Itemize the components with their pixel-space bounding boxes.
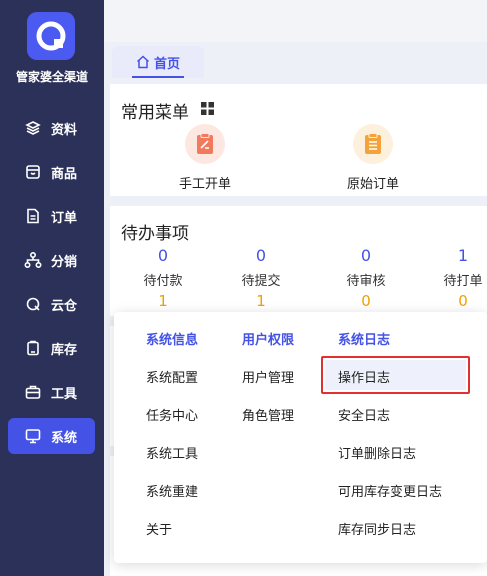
layers-icon [23, 118, 43, 138]
todo-label: 待付款 [143, 274, 183, 289]
menu-item-stock-sync-log[interactable]: 库存同步日志 [338, 519, 416, 538]
todo-sub-count: 1 [256, 292, 266, 310]
app-logo[interactable] [27, 12, 75, 60]
sidebar-item-label: 工具 [51, 386, 78, 402]
todo-sub-count: 1 [158, 292, 168, 310]
todo-sub-count: 0 [458, 292, 468, 310]
original-order-icon [353, 124, 393, 164]
sidebar-item-orders[interactable]: 订单 [8, 198, 95, 234]
menu-tile-manual-order[interactable]: 手工开单 [155, 124, 255, 192]
menu-item-user-management[interactable]: 用户管理 [242, 367, 294, 386]
todo-item-pending-submit[interactable]: 0 待提交 1 [226, 246, 296, 310]
sidebar-item-label: 库存 [51, 342, 78, 358]
hierarchy-icon [23, 250, 43, 270]
todo-count: 0 [157, 246, 169, 265]
tab-home[interactable]: 首页 [112, 46, 204, 78]
todo-count: 0 [255, 246, 267, 265]
todo-item-pending-print[interactable]: 1 待打单 0 [428, 246, 487, 310]
column-header-user-permissions: 用户权限 [242, 333, 295, 348]
sidebar-item-system[interactable]: 系统 [8, 418, 95, 454]
todo-label: 待审核 [346, 274, 386, 289]
todo-item-pending-payment[interactable]: 0 待付款 1 [128, 246, 198, 310]
todo-count: 0 [360, 246, 372, 265]
sidebar-item-cloud-warehouse[interactable]: 云仓 [8, 286, 95, 322]
todo-label: 待提交 [241, 274, 281, 289]
tab-home-label: 首页 [153, 56, 180, 72]
menu-item-system-tools[interactable]: 系统工具 [146, 443, 198, 462]
sidebar-item-label: 云仓 [51, 298, 78, 314]
sidebar-item-products[interactable]: 商品 [8, 154, 95, 190]
menu-item-task-center[interactable]: 任务中心 [146, 405, 198, 424]
sidebar-item-label: 分销 [51, 254, 78, 270]
sidebar-item-label: 资料 [51, 122, 78, 138]
home-icon [136, 55, 150, 69]
monitor-icon [23, 426, 43, 446]
sidebar-item-tools[interactable]: 工具 [8, 374, 95, 410]
document-icon [23, 206, 43, 226]
manual-order-icon [185, 124, 225, 164]
grid-icon[interactable] [201, 102, 214, 115]
clipboard-icon [23, 338, 43, 358]
sidebar-item-label: 订单 [51, 210, 78, 226]
menu-item-available-stock-change-log[interactable]: 可用库存变更日志 [338, 481, 442, 500]
menu-item-system-rebuild[interactable]: 系统重建 [146, 481, 198, 500]
toolbox-icon [23, 382, 43, 402]
sidebar: 管家婆全渠道 资料 商品 订单 分销 云仓 库存 工具 系统 [0, 0, 104, 576]
todo-sub-count: 0 [361, 292, 371, 310]
column-header-system-info: 系统信息 [146, 333, 199, 348]
sidebar-item-inventory[interactable]: 库存 [8, 330, 95, 366]
menu-item-about[interactable]: 关于 [146, 519, 172, 538]
menu-item-system-config[interactable]: 系统配置 [146, 367, 198, 386]
menu-item-operation-log[interactable]: 操作日志 [338, 367, 390, 386]
common-menu-card: 常用菜单 手工开单 原始订单 [110, 84, 487, 196]
system-dropdown-menu: 系统信息 用户权限 系统日志 系统配置 任务中心 系统工具 系统重建 关于 用户… [114, 312, 487, 563]
column-header-system-logs: 系统日志 [338, 333, 391, 348]
top-bar [104, 0, 487, 42]
sidebar-item-data[interactable]: 资料 [8, 110, 95, 146]
menu-item-security-log[interactable]: 安全日志 [338, 405, 390, 424]
sidebar-item-distribution[interactable]: 分销 [8, 242, 95, 278]
menu-item-role-management[interactable]: 角色管理 [242, 405, 294, 424]
tab-active-indicator [132, 76, 184, 78]
menu-tile-label: 原始订单 [346, 177, 399, 192]
menu-tile-original-order[interactable]: 原始订单 [323, 124, 423, 192]
menu-tile-label: 手工开单 [178, 177, 231, 192]
menu-item-order-delete-log[interactable]: 订单删除日志 [338, 443, 416, 462]
sidebar-item-label: 系统 [51, 430, 78, 446]
todo-item-pending-review[interactable]: 0 待审核 0 [331, 246, 401, 310]
box-icon [23, 162, 43, 182]
todo-card: 待办事项 0 待付款 1 0 待提交 1 0 待审核 0 1 待打单 0 [110, 206, 487, 316]
sidebar-item-label: 商品 [51, 166, 78, 182]
cloud-icon [23, 294, 43, 314]
todo-title: 待办事项 [121, 224, 189, 244]
common-menu-title: 常用菜单 [121, 103, 189, 123]
todo-label: 待打单 [443, 274, 483, 289]
brand-name: 管家婆全渠道 [15, 70, 88, 84]
todo-count: 1 [457, 246, 469, 265]
